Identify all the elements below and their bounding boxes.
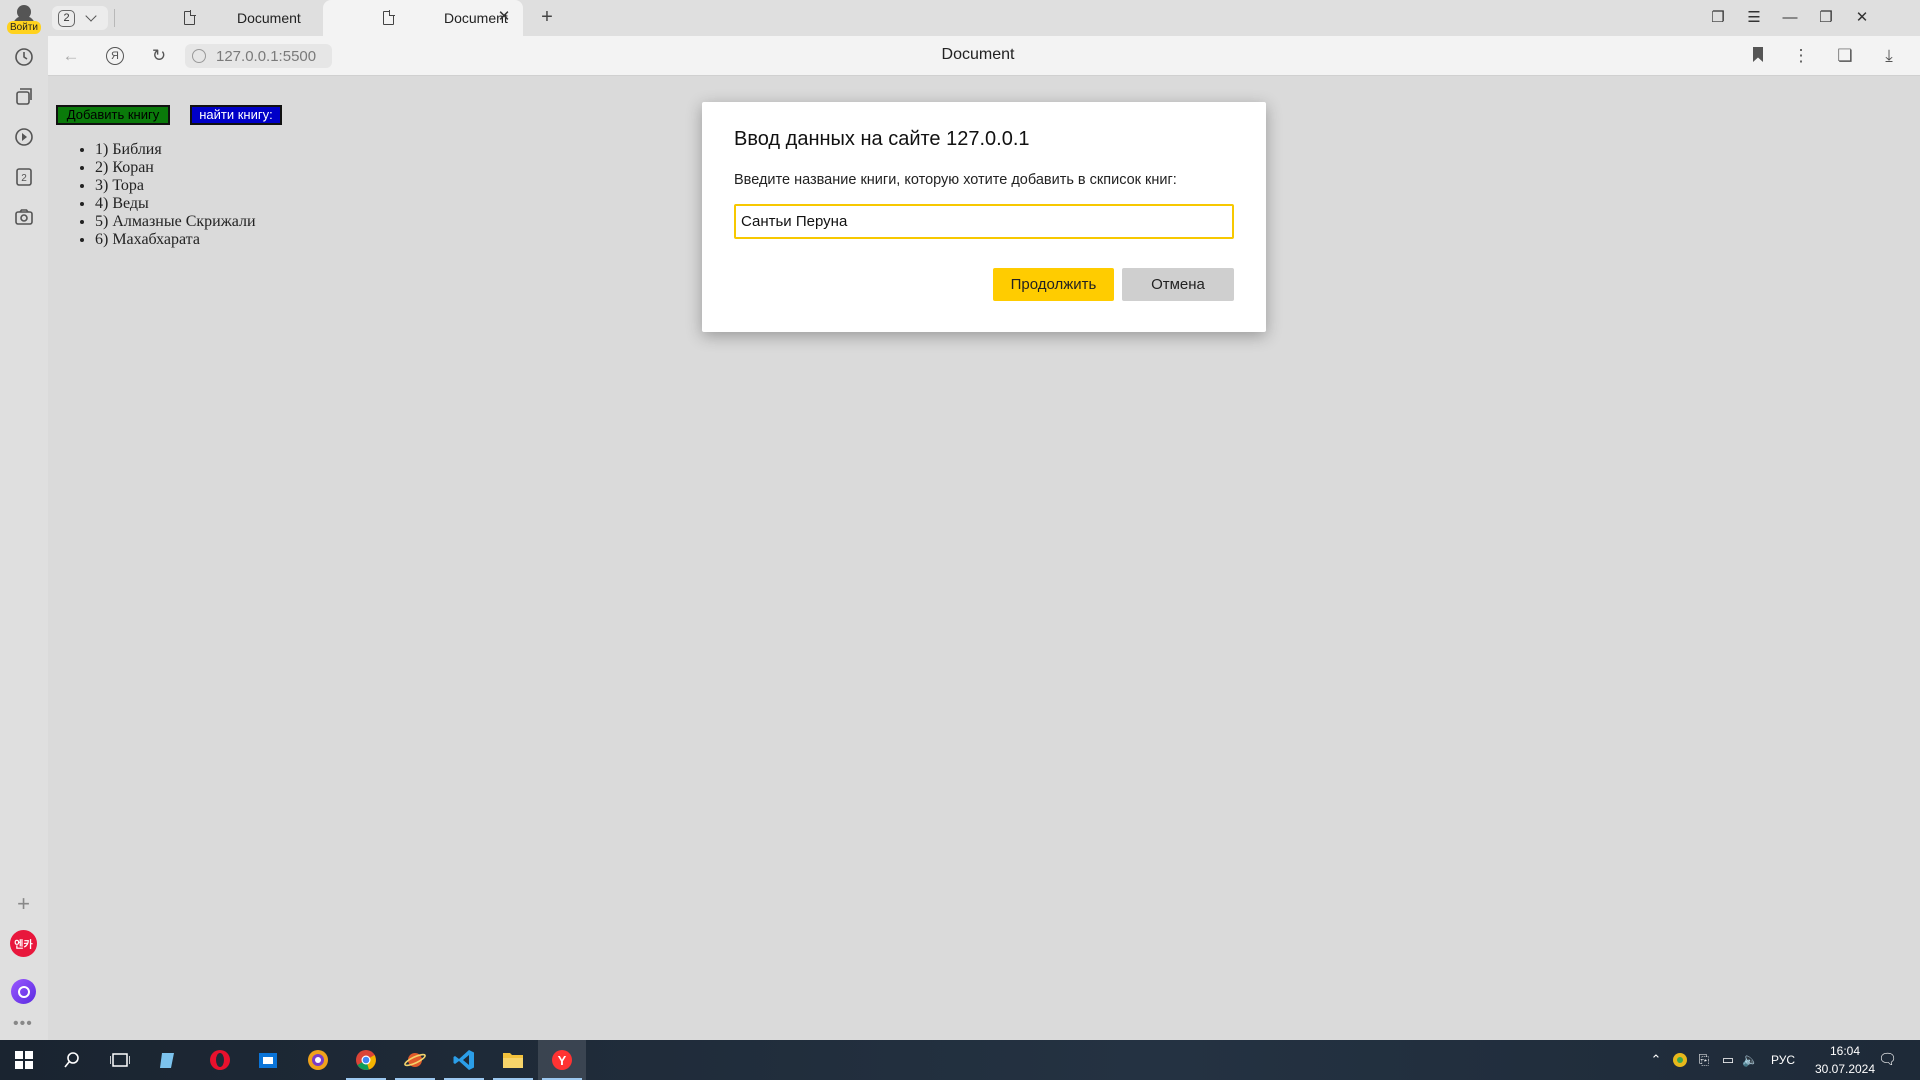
svg-text:2: 2 — [21, 173, 27, 184]
tab-document-2-active[interactable]: Document ✕ — [323, 0, 523, 36]
book-list: 1) Библия 2) Коран 3) Тора 4) Веды 5) Ал… — [95, 141, 256, 249]
minimize-icon[interactable]: — — [1780, 8, 1800, 28]
encar-app-icon[interactable]: 엔카 — [10, 930, 37, 957]
collections-panel-icon[interactable]: ❏ — [1834, 45, 1856, 67]
tor-browser-app-icon[interactable] — [294, 1040, 342, 1080]
clock-date[interactable]: 30.07.2024 — [1806, 1062, 1884, 1076]
notifications-icon[interactable]: 🗨 — [1878, 1052, 1897, 1068]
book-name-input[interactable] — [734, 204, 1234, 239]
notepad-app-icon[interactable] — [144, 1040, 192, 1080]
document-icon — [184, 10, 196, 25]
add-book-button[interactable]: Добавить книгу — [56, 105, 170, 125]
find-book-button[interactable]: найти книгу: — [190, 105, 282, 125]
cancel-button[interactable]: Отмена — [1122, 268, 1234, 301]
svg-text:Y: Y — [558, 1053, 567, 1068]
continue-button[interactable]: Продолжить — [993, 268, 1114, 301]
file-explorer-app-icon[interactable] — [489, 1040, 537, 1080]
windows-taskbar: Y ⌃ ⎘ ▭ 🔈 РУС 16:04 30.07.2024 🗨 — [0, 1040, 1920, 1080]
collections-icon[interactable] — [10, 83, 37, 110]
video-play-icon[interactable] — [10, 123, 37, 150]
list-item: 4) Веды — [95, 195, 256, 213]
tab-count: 2 — [58, 9, 75, 27]
page-title: Document — [941, 46, 1015, 63]
network-icon[interactable]: ▭ — [1720, 1052, 1736, 1068]
list-item: 1) Библия — [95, 141, 256, 159]
tab-divider — [114, 9, 115, 27]
planet-app-icon[interactable] — [391, 1040, 439, 1080]
chrome-app-icon[interactable] — [342, 1040, 390, 1080]
store-app-icon[interactable] — [244, 1040, 292, 1080]
history-icon[interactable] — [10, 43, 37, 70]
opera-app-icon[interactable] — [196, 1040, 244, 1080]
close-window-icon[interactable]: ✕ — [1852, 8, 1872, 28]
tray-app-icon[interactable] — [1672, 1052, 1688, 1068]
language-indicator[interactable]: РУС — [1771, 1053, 1795, 1067]
screenshot-camera-icon[interactable] — [10, 203, 37, 230]
add-sidebar-app-icon[interactable]: + — [10, 890, 37, 917]
address-bar: ← Я ↻ 127.0.0.1:5500 Document ⋮ ❏ ⤓ — [48, 36, 1920, 76]
download-icon[interactable]: ⤓ — [1878, 45, 1900, 67]
list-item: 6) Махабхарата — [95, 231, 256, 249]
dialog-message: Введите название книги, которую хотите д… — [734, 172, 1177, 188]
close-tab-icon[interactable]: ✕ — [497, 9, 511, 24]
windows-start-icon[interactable] — [0, 1040, 48, 1080]
list-item: 2) Коран — [95, 159, 256, 177]
tab-label: Document — [237, 10, 301, 26]
vscode-app-icon[interactable] — [440, 1040, 488, 1080]
tabs-count-icon[interactable]: 2 — [10, 163, 37, 190]
tab-strip: 2 Document Document ✕ + ❐ ☰ — ❐ ✕ — [48, 0, 1920, 36]
chevron-down-icon — [85, 10, 97, 22]
alice-assistant-icon[interactable] — [11, 979, 36, 1004]
login-label: Войти — [7, 21, 41, 34]
tray-expand-icon[interactable]: ⌃ — [1648, 1052, 1664, 1068]
new-tab-button[interactable]: + — [536, 7, 558, 29]
more-options-icon[interactable]: ⋮ — [1790, 45, 1812, 67]
dialog-title: Ввод данных на сайте 127.0.0.1 — [734, 128, 1030, 150]
browser-sidebar: Войти 2 + 엔카 ••• — [0, 0, 48, 1040]
tab-group-counter[interactable]: 2 — [52, 6, 108, 30]
bookmarks-panel-icon[interactable]: ❐ — [1708, 8, 1728, 28]
restore-icon[interactable]: ❐ — [1816, 8, 1836, 28]
document-icon — [383, 10, 395, 25]
list-item: 3) Тора — [95, 177, 256, 195]
yandex-browser-app-icon[interactable]: Y — [538, 1040, 586, 1080]
search-icon[interactable] — [48, 1040, 96, 1080]
task-view-icon[interactable] — [96, 1040, 144, 1080]
tray-usb-icon[interactable]: ⎘ — [1696, 1052, 1712, 1068]
clock-time[interactable]: 16:04 — [1820, 1044, 1870, 1058]
prompt-dialog: Ввод данных на сайте 127.0.0.1 Введите н… — [702, 102, 1266, 332]
volume-icon[interactable]: 🔈 — [1742, 1052, 1758, 1068]
list-item: 5) Алмазные Скрижали — [95, 213, 256, 231]
more-icon[interactable]: ••• — [13, 1015, 33, 1033]
menu-icon[interactable]: ☰ — [1744, 8, 1764, 28]
profile-button[interactable]: Войти — [6, 3, 42, 34]
